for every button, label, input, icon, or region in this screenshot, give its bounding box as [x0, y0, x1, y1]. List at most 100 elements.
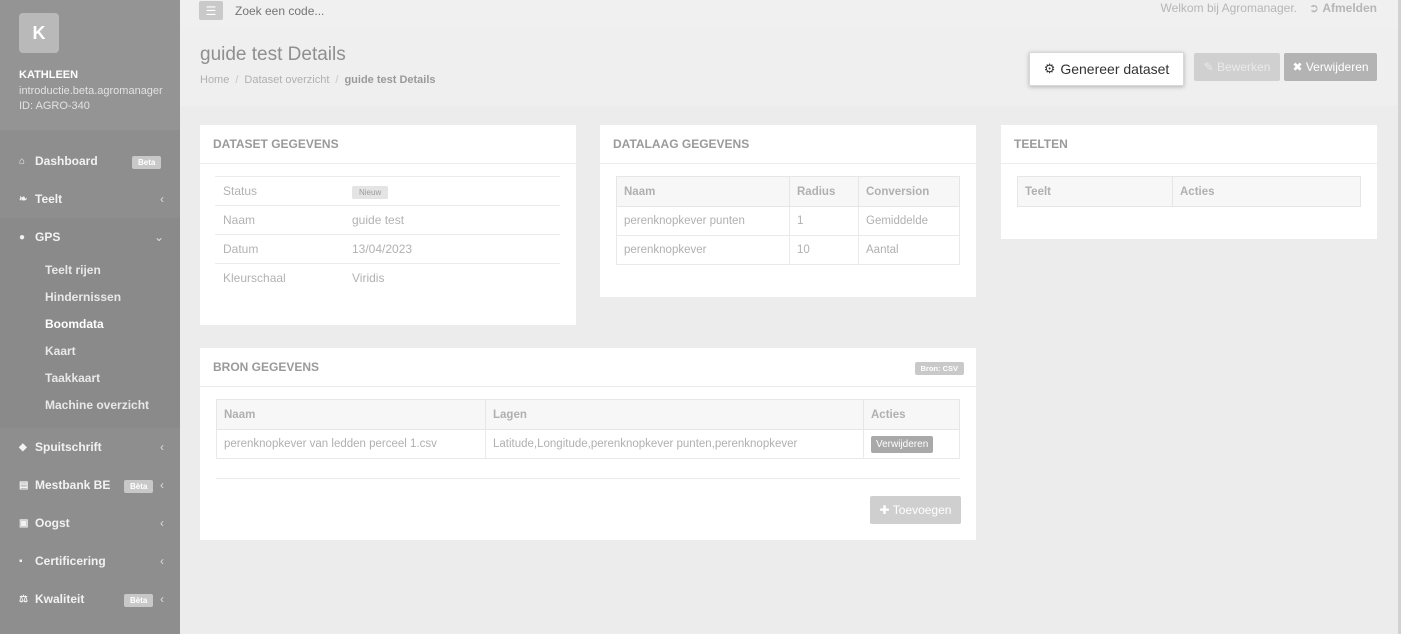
- menu-toggle-button[interactable]: ☰: [199, 1, 223, 20]
- table-row: perenknopkever 10 Aantal: [616, 235, 960, 265]
- detail-label: Naam: [223, 213, 256, 227]
- welcome-text: Welkom bij Agromanager.: [1160, 1, 1297, 15]
- dataset-details: Status Nieuw Naam guide test Datum 13/04…: [215, 176, 560, 292]
- panel-title: BRON GEGEVENS Bron: CSV: [200, 348, 976, 387]
- table-row: perenknopkever punten 1 Gemiddelde: [616, 206, 960, 236]
- detail-value: guide test: [352, 213, 405, 227]
- add-button[interactable]: ✚ Toevoegen: [870, 496, 961, 524]
- bron-table: Naam Lagen Acties perenknopkever van led…: [216, 399, 960, 459]
- column-header: Lagen: [485, 399, 864, 430]
- sidebar-subitem-machine-overzicht[interactable]: Machine overzicht: [0, 391, 180, 418]
- sidebar-item-mestbank[interactable]: ▤ Mestbank BE Bèta ‹: [0, 466, 180, 504]
- book-icon: ▪: [19, 555, 23, 567]
- edit-button[interactable]: ✎ Bewerken: [1194, 53, 1280, 81]
- page-title: guide test Details: [200, 44, 346, 65]
- sidebar-subitem-teelt-rijen[interactable]: Teelt rijen: [0, 256, 180, 283]
- sidebar-subitem-boomdata[interactable]: Boomdata: [0, 310, 180, 337]
- detail-row-date: Datum 13/04/2023: [215, 234, 560, 263]
- detail-value: Viridis: [352, 271, 385, 285]
- leaf-icon: ❧: [19, 193, 28, 205]
- column-header: Acties: [863, 399, 960, 430]
- row-delete-button[interactable]: Verwijderen: [871, 435, 934, 453]
- sidebar-item-oogst[interactable]: ▣ Oogst ‹: [0, 504, 180, 542]
- sidebar-item-label: Spuitschrift: [35, 440, 102, 454]
- plus-icon: ✚: [879, 503, 893, 517]
- chevron-down-icon: ⌄: [153, 230, 164, 244]
- chevron-left-icon: ‹: [160, 592, 164, 606]
- beta-badge: Bèta: [124, 594, 154, 607]
- balance-scale-icon: ⚖: [19, 593, 28, 605]
- chevron-left-icon: ‹: [160, 192, 164, 206]
- sidebar-item-kwaliteit[interactable]: ⚖ Kwaliteit Bèta ‹: [0, 580, 180, 618]
- beta-badge: Beta: [132, 156, 162, 169]
- basket-icon: ▣: [19, 517, 29, 529]
- chevron-left-icon: ‹: [160, 478, 164, 492]
- topbar: ☰ Welkom bij Agromanager. ➲ Afmelden: [180, 0, 1401, 28]
- table-cell: 10: [789, 235, 859, 265]
- close-icon: ✖: [1292, 60, 1306, 74]
- sidebar-item-teelt[interactable]: ❧ Teelt ‹: [0, 180, 180, 218]
- search-input[interactable]: [235, 4, 535, 18]
- detail-label: Kleurschaal: [223, 271, 286, 285]
- sidebar-nav: ⌂ Dashboard Beta ❧ Teelt ‹ ● GPS ⌄ Teelt…: [0, 142, 180, 618]
- teelten-panel: TEELTEN Teelt Acties: [1001, 125, 1377, 239]
- sidebar-item-label: Kwaliteit: [35, 592, 85, 606]
- chevron-left-icon: ‹: [160, 554, 164, 568]
- sidebar-item-label: Certificering: [35, 554, 106, 568]
- table-header-row: Naam Lagen Acties: [216, 399, 960, 430]
- status-badge: Nieuw: [352, 186, 389, 199]
- breadcrumb-overview[interactable]: Dataset overzicht: [244, 74, 329, 86]
- map-marker-icon: ●: [19, 231, 26, 243]
- sidebar-subitem-taakkaart[interactable]: Taakkaart: [0, 364, 180, 391]
- avatar: K: [19, 13, 59, 53]
- sidebar-item-gps[interactable]: ● GPS ⌄: [0, 218, 180, 256]
- source-badge: Bron: CSV: [914, 362, 964, 375]
- sidebar: K KATHLEEN introductie.beta.agromanager …: [0, 0, 180, 634]
- table-cell: Latitude,Longitude,perenknopkever punten…: [485, 429, 864, 459]
- table-cell: perenknopkever: [616, 235, 790, 265]
- chevron-left-icon: ‹: [160, 516, 164, 530]
- logout-label: Afmelden: [1322, 1, 1377, 15]
- profile-id: ID: AGRO-340: [19, 100, 90, 112]
- table-cell: perenknopkever van ledden perceel 1.csv: [216, 429, 486, 459]
- chevron-left-icon: ‹: [160, 440, 164, 454]
- panel-title-text: BRON GEGEVENS: [213, 360, 320, 374]
- detail-row-name: Naam guide test: [215, 205, 560, 234]
- detail-label: Datum: [223, 242, 259, 256]
- panel-title: DATALAAG GEGEVENS: [600, 125, 976, 164]
- datalaag-panel: DATALAAG GEGEVENS Naam Radius Conversion…: [600, 125, 976, 297]
- sidebar-subitem-hindernissen[interactable]: Hindernissen: [0, 283, 180, 310]
- edit-label: Bewerken: [1217, 60, 1271, 74]
- detail-row-scale: Kleurschaal Viridis: [215, 263, 560, 292]
- logout-link[interactable]: ➲ Afmelden: [1309, 1, 1377, 15]
- table-cell: 1: [789, 206, 859, 236]
- sidebar-subitem-kaart[interactable]: Kaart: [0, 337, 180, 364]
- sidebar-item-certificering[interactable]: ▪ Certificering ‹: [0, 542, 180, 580]
- bron-panel: BRON GEGEVENS Bron: CSV Naam Lagen Actie…: [200, 348, 976, 540]
- dataset-panel: DATASET GEGEVENS Status Nieuw Naam guide…: [200, 125, 576, 325]
- delete-label: Verwijderen: [1305, 60, 1369, 74]
- column-header: Teelt: [1017, 176, 1173, 207]
- detail-value: 13/04/2023: [352, 242, 413, 256]
- delete-button[interactable]: ✖ Verwijderen: [1284, 53, 1377, 81]
- add-label: Toevoegen: [892, 503, 952, 517]
- breadcrumb-home[interactable]: Home: [200, 74, 229, 86]
- column-header: Naam: [616, 176, 790, 207]
- table-header-row: Teelt Acties: [1017, 176, 1361, 207]
- teelten-table: Teelt Acties: [1017, 176, 1361, 207]
- detail-row-status: Status Nieuw: [215, 176, 560, 205]
- datalaag-table: Naam Radius Conversion perenknopkever pu…: [616, 176, 960, 265]
- sidebar-item-spuitschrift[interactable]: ◆ Spuitschrift ‹: [0, 428, 180, 466]
- profile-panel: K KATHLEEN introductie.beta.agromanager …: [0, 0, 180, 130]
- generate-dataset-label: Genereer dataset: [1060, 61, 1170, 77]
- generate-dataset-button[interactable]: ⚙ Genereer dataset: [1029, 52, 1184, 86]
- breadcrumb-current: guide test Details: [344, 74, 436, 86]
- sidebar-item-label: GPS: [35, 230, 61, 244]
- sidebar-item-label: Mestbank BE: [35, 478, 111, 492]
- sidebar-item-label: Teelt: [35, 192, 63, 206]
- drop-icon: ◆: [19, 441, 27, 453]
- divider: [216, 478, 960, 479]
- column-header: Naam: [216, 399, 486, 430]
- sidebar-item-dashboard[interactable]: ⌂ Dashboard Beta: [0, 142, 180, 180]
- sidebar-item-label: Dashboard: [35, 154, 98, 168]
